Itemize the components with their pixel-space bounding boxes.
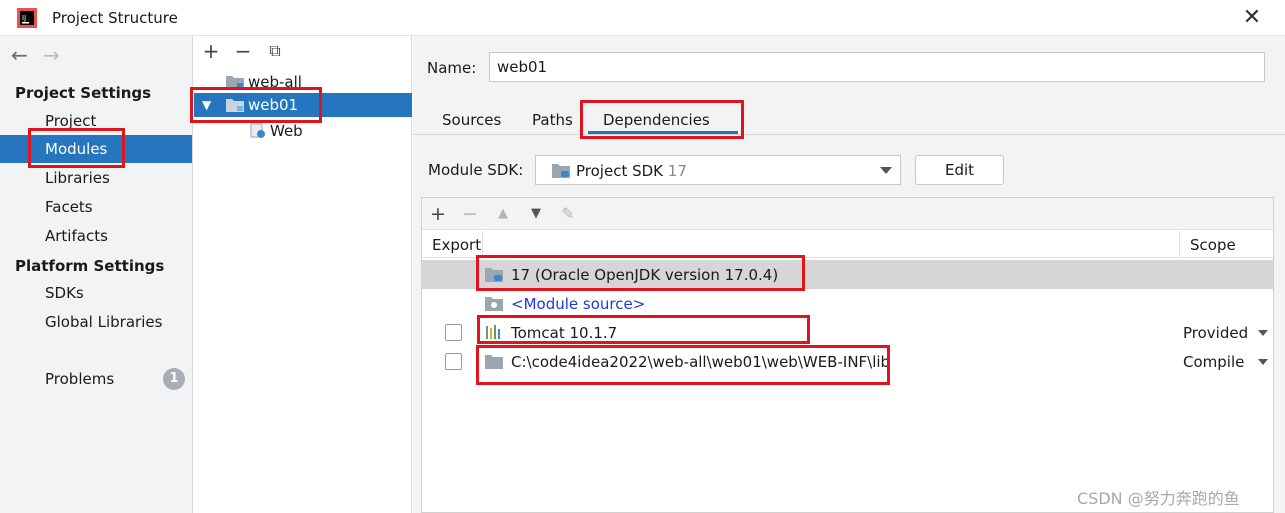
module-sdk-dropdown[interactable]: Project SDK 17 xyxy=(535,155,901,185)
dependencies-table: + − ▲ ▼ ✎ Export Scope 17 (Oracle OpenJD… xyxy=(421,197,1274,513)
module-folder-icon xyxy=(226,76,244,89)
table-header: Export Scope xyxy=(422,231,1273,258)
tree-item-label: web01 xyxy=(248,96,299,114)
module-sdk-label: Module SDK: xyxy=(428,161,524,179)
dropdown-caret-icon xyxy=(880,167,892,174)
table-row[interactable]: 17 (Oracle OpenJDK version 17.0.4) xyxy=(422,260,1273,289)
dependency-name: 17 (Oracle OpenJDK version 17.0.4) xyxy=(511,266,779,284)
column-divider xyxy=(1179,231,1180,258)
back-arrow-icon[interactable]: ← xyxy=(11,43,28,67)
remove-icon[interactable]: − xyxy=(232,39,254,63)
edit-sdk-button[interactable]: Edit xyxy=(915,155,1004,185)
sidebar-item-project[interactable]: Project xyxy=(0,107,192,135)
sidebar-item-global-libraries[interactable]: Global Libraries xyxy=(0,308,192,336)
sidebar-item-sdks[interactable]: SDKs xyxy=(0,279,192,307)
module-settings-panel: Name: web01 Sources Paths Dependencies M… xyxy=(413,36,1285,513)
project-settings-heading: Project Settings xyxy=(15,84,152,102)
copy-icon[interactable]: ⧉ xyxy=(264,39,286,63)
export-checkbox[interactable] xyxy=(445,324,462,341)
add-icon[interactable]: + xyxy=(200,39,222,63)
table-row[interactable]: C:\code4idea2022\web-all\web01\web\WEB-I… xyxy=(422,347,1273,376)
tab-dependencies[interactable]: Dependencies xyxy=(603,108,710,132)
scope-dropdown[interactable]: Provided xyxy=(1183,324,1248,342)
title-bar: IJ Project Structure ✕ xyxy=(0,0,1285,36)
dependency-name: C:\code4idea2022\web-all\web01\web\WEB-I… xyxy=(511,353,891,371)
edit-pencil-icon[interactable]: ✎ xyxy=(557,202,579,226)
table-row[interactable]: <Module source> xyxy=(422,289,1273,318)
scope-dropdown[interactable]: Compile xyxy=(1183,353,1244,371)
sidebar: ← → Project Settings Project Modules Lib… xyxy=(0,36,193,513)
name-label: Name: xyxy=(427,59,477,77)
folder-icon xyxy=(485,355,503,369)
export-checkbox[interactable] xyxy=(445,353,462,370)
tabs-divider xyxy=(413,134,1285,135)
watermark-text: CSDN @努力奔跑的鱼 xyxy=(1077,489,1240,508)
module-folder-icon xyxy=(226,99,244,112)
module-sdk-value: Project SDK 17 xyxy=(576,162,687,180)
module-source-folder-icon xyxy=(485,297,503,311)
tree-toolbar: + − ⧉ xyxy=(194,36,412,66)
forward-arrow-icon[interactable]: → xyxy=(43,43,60,67)
sdk-folder-icon xyxy=(552,164,570,178)
remove-icon[interactable]: − xyxy=(459,202,481,226)
platform-settings-heading: Platform Settings xyxy=(15,257,165,275)
module-name-field[interactable]: web01 xyxy=(489,52,1265,82)
sidebar-item-libraries[interactable]: Libraries xyxy=(0,164,192,192)
tree-item-label: Web xyxy=(270,122,303,140)
svg-text:IJ: IJ xyxy=(22,14,26,22)
window-title: Project Structure xyxy=(52,9,178,27)
dropdown-caret-icon[interactable] xyxy=(1258,330,1268,336)
move-up-icon[interactable]: ▲ xyxy=(492,202,514,226)
add-icon[interactable]: + xyxy=(427,202,449,226)
module-tree: + − ⧉ web-all ▼ web01 Web xyxy=(194,36,412,513)
tab-sources[interactable]: Sources xyxy=(442,108,501,132)
sdk-folder-icon xyxy=(485,268,503,282)
tree-item-label: web-all xyxy=(248,73,302,91)
column-divider xyxy=(482,231,483,258)
dropdown-caret-icon[interactable] xyxy=(1258,359,1268,365)
chevron-down-icon[interactable]: ▼ xyxy=(202,93,211,117)
column-scope[interactable]: Scope xyxy=(1190,236,1236,254)
dependency-name: <Module source> xyxy=(511,295,646,313)
problems-count-badge: 1 xyxy=(163,368,185,390)
sidebar-item-modules[interactable]: Modules xyxy=(0,135,192,163)
dependency-name: Tomcat 10.1.7 xyxy=(511,324,618,342)
web-facet-icon xyxy=(250,123,265,138)
column-export[interactable]: Export xyxy=(432,236,481,254)
move-down-icon[interactable]: ▼ xyxy=(525,202,547,226)
tree-item-web01[interactable]: ▼ web01 xyxy=(194,93,412,117)
sidebar-item-facets[interactable]: Facets xyxy=(0,193,192,221)
tab-paths[interactable]: Paths xyxy=(532,108,573,132)
library-icon xyxy=(486,325,500,339)
dependencies-toolbar: + − ▲ ▼ ✎ xyxy=(422,198,1273,230)
tree-item-web-all[interactable]: web-all xyxy=(194,70,412,94)
tree-item-web-facet[interactable]: Web xyxy=(194,119,412,143)
sidebar-item-artifacts[interactable]: Artifacts xyxy=(0,222,192,250)
intellij-app-icon: IJ xyxy=(17,8,37,28)
table-row[interactable]: Tomcat 10.1.7 Provided xyxy=(422,318,1273,347)
close-icon[interactable]: ✕ xyxy=(1240,6,1264,30)
